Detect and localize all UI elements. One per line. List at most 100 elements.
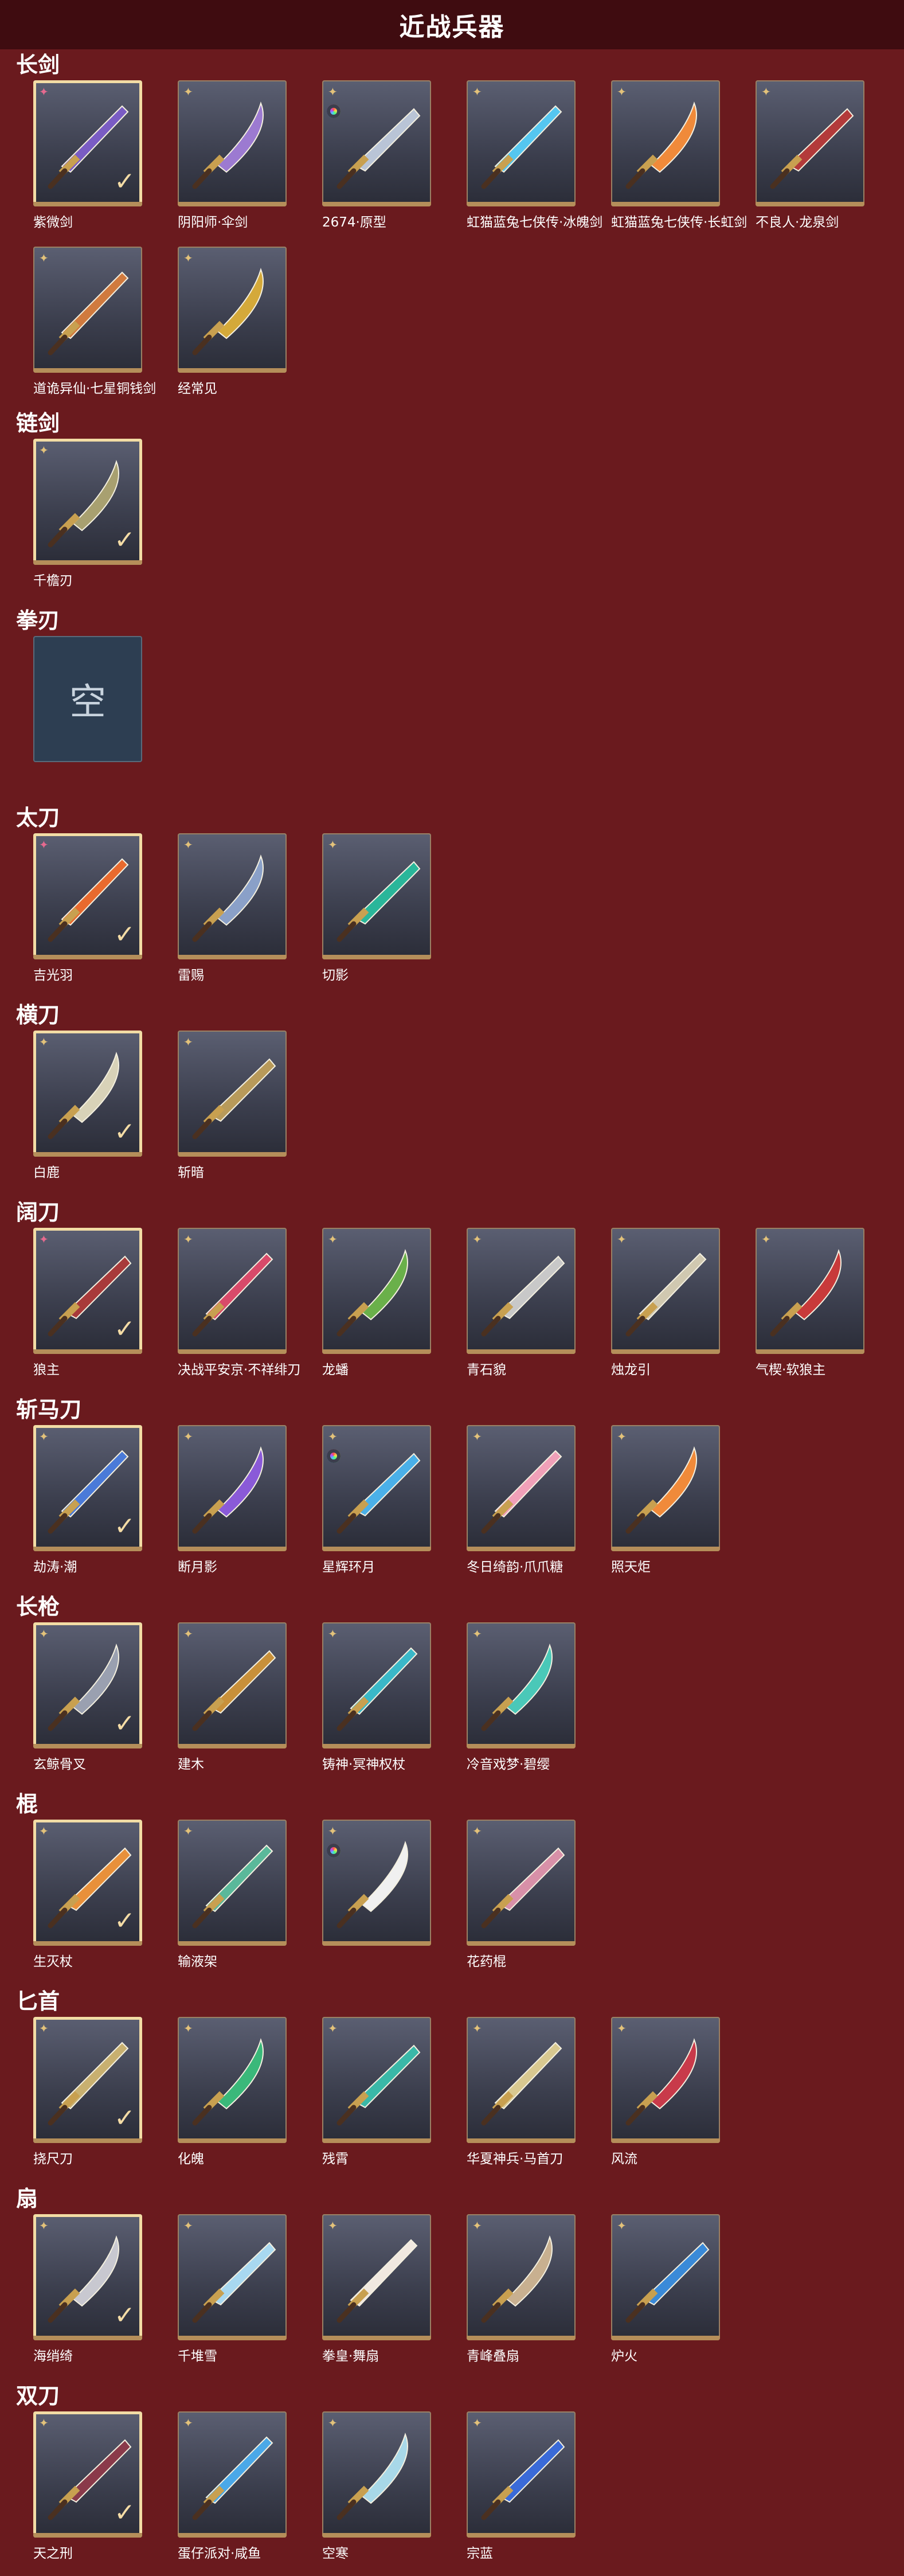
rarity-star-icon: ✦	[183, 251, 193, 265]
weapon-card[interactable]: ✦ ✓ 吉光羽	[33, 833, 178, 983]
weapon-card[interactable]: ✦ ✓ 挠尺刀	[33, 2017, 178, 2167]
rarity-star-icon: ✦	[472, 1232, 482, 1246]
weapon-card[interactable]: ✦ 切影	[322, 833, 467, 983]
weapon-name: 风流	[611, 2152, 637, 2167]
rainbow-quality-icon	[327, 1844, 341, 1857]
tile-bottom-bar	[322, 1547, 431, 1551]
tile-bottom-bar	[467, 202, 576, 206]
owned-check-icon: ✓	[114, 1906, 135, 1935]
weapon-tile: ✦ ✓	[33, 1820, 142, 1946]
weapon-card[interactable]: ✦ ✓ 紫微剑	[33, 80, 178, 230]
weapon-image	[192, 854, 264, 942]
weapon-card[interactable]: ✦ 道诡异仙·七星铜钱剑	[33, 247, 178, 396]
weapon-name: 星辉环月	[322, 1560, 375, 1575]
weapon-card[interactable]: ✦ 风流	[611, 2017, 756, 2167]
weapon-card[interactable]: ✦ ✓ 千檐刃	[33, 439, 178, 588]
weapon-card[interactable]: ✦ 空寒	[322, 2411, 467, 2561]
rarity-star-icon: ✦	[472, 2219, 482, 2232]
rarity-star-icon: ✦	[39, 1627, 49, 1641]
empty-slot[interactable]: 空	[33, 636, 178, 765]
weapon-name: 挠尺刀	[33, 2152, 73, 2167]
tile-bottom-bar	[33, 1547, 142, 1551]
tile-bottom-bar	[33, 2533, 142, 2538]
weapon-card[interactable]: ✦ 冬日绮韵·爪爪糖	[467, 1425, 611, 1575]
weapon-image	[481, 2042, 562, 2126]
weapon-card[interactable]: ✦	[322, 1820, 467, 1949]
weapon-card[interactable]: ✦ 虹猫蓝兔七侠传·长虹剑	[611, 80, 756, 230]
weapon-card[interactable]: ✦ 雷赐	[178, 833, 322, 983]
rarity-star-icon: ✦	[617, 1232, 627, 1246]
weapon-card[interactable]: ✦ 照天炬	[611, 1425, 756, 1575]
weapon-name: 冷音戏梦·碧缨	[467, 1757, 550, 1772]
weapon-name: 龙蟠	[322, 1363, 349, 1377]
weapon-tile: ✦	[178, 1031, 287, 1157]
weapon-card[interactable]: ✦ 烛龙引	[611, 1228, 756, 1377]
category-title: 链剑	[16, 411, 60, 436]
tile-bottom-bar	[178, 202, 287, 206]
weapon-card[interactable]: ✦ 阴阳师·伞剑	[178, 80, 322, 230]
weapon-card[interactable]: ✦ 千堆雪	[178, 2214, 322, 2364]
tile-bottom-bar	[611, 1547, 720, 1551]
weapon-tile: ✦	[322, 1425, 431, 1551]
weapon-tile: ✦	[467, 2017, 576, 2143]
tile-bottom-bar	[322, 955, 431, 959]
weapon-name: 千堆雪	[178, 2349, 217, 2364]
weapon-tile: ✦	[322, 1820, 431, 1946]
tile-bottom-bar	[33, 1941, 142, 1946]
rarity-star-icon: ✦	[183, 2416, 193, 2430]
weapon-card[interactable]: ✦ 建木	[178, 1622, 322, 1772]
weapon-tile: ✦ ✓	[33, 1622, 142, 1748]
category-title: 太刀	[16, 805, 60, 830]
weapon-card[interactable]: ✦ 经常见	[178, 247, 322, 396]
weapon-card[interactable]: ✦ 输液架	[178, 1820, 322, 1969]
tile-bottom-bar	[178, 368, 287, 373]
weapon-card[interactable]: ✦ 决战平安京·不祥绯刀	[178, 1228, 322, 1377]
tile-bottom-bar	[611, 1349, 720, 1354]
weapon-card[interactable]: ✦ ✓ 天之刑	[33, 2411, 178, 2561]
tile-bottom-bar	[611, 2336, 720, 2340]
weapon-card[interactable]: ✦ 残霄	[322, 2017, 467, 2167]
weapon-card[interactable]: ✦ ✓ 海绡绮	[33, 2214, 178, 2364]
rarity-star-icon: ✦	[328, 1232, 338, 1246]
weapon-card[interactable]: ✦ 化魄	[178, 2017, 322, 2167]
weapon-card[interactable]: ✦ 华夏神兵·马首刀	[467, 2017, 611, 2167]
weapon-card[interactable]: ✦ 青石貌	[467, 1228, 611, 1377]
weapon-card[interactable]: ✦ 断月影	[178, 1425, 322, 1575]
weapon-card[interactable]: ✦ 不良人·龙泉剑	[756, 80, 900, 230]
weapon-name: 千檐刃	[33, 573, 73, 588]
weapon-card[interactable]: ✦ ✓ 生灭杖	[33, 1820, 178, 1969]
weapon-tile: ✦	[756, 80, 864, 206]
weapon-card[interactable]: ✦ 星辉环月	[322, 1425, 467, 1575]
rarity-star-icon: ✦	[39, 1035, 49, 1049]
rarity-star-icon: ✦	[617, 85, 627, 99]
weapon-image	[192, 1844, 273, 1929]
weapon-name: 道诡异仙·七星铜钱剑	[33, 381, 156, 396]
weapon-card[interactable]: ✦ 青峰叠扇	[467, 2214, 611, 2364]
weapon-tile: ✦	[178, 80, 287, 206]
weapon-card[interactable]: ✦ 拳皇·舞扇	[322, 2214, 467, 2364]
weapon-card[interactable]: ✦ ✓ 白鹿	[33, 1031, 178, 1180]
weapon-card[interactable]: ✦ 2674·原型	[322, 80, 467, 230]
weapon-card[interactable]: ✦ 冷音戏梦·碧缨	[467, 1622, 611, 1772]
weapon-tile: ✦ ✓	[33, 833, 142, 959]
rarity-star-icon: ✦	[617, 2219, 627, 2232]
weapon-card[interactable]: ✦ ✓ 劫涛·潮	[33, 1425, 178, 1575]
weapon-card[interactable]: ✦ 花药棍	[467, 1820, 611, 1969]
weapon-card[interactable]: ✦ 气楔·软狼主	[756, 1228, 900, 1377]
weapon-tile: ✦	[322, 2017, 431, 2143]
weapon-card[interactable]: ✦ 斩暗	[178, 1031, 322, 1180]
weapon-name: 拳皇·舞扇	[322, 2349, 379, 2364]
owned-check-icon: ✓	[114, 167, 135, 196]
weapon-card[interactable]: ✦ ✓ 狼主	[33, 1228, 178, 1377]
weapon-card[interactable]: ✦ 宗蓝	[467, 2411, 611, 2561]
weapon-card[interactable]: ✦ 炉火	[611, 2214, 756, 2364]
weapon-card[interactable]: ✦ 铸神·冥神权杖	[322, 1622, 467, 1772]
weapon-card[interactable]: ✦ 蛋仔派对·咸鱼	[178, 2411, 322, 2561]
weapon-card[interactable]: ✦ 虹猫蓝兔七侠传·冰魄剑	[467, 80, 611, 230]
weapon-tile: ✦	[322, 833, 431, 959]
weapon-card[interactable]: ✦ ✓ 玄鲸骨叉	[33, 1622, 178, 1772]
weapon-card[interactable]: ✦ 龙蟠	[322, 1228, 467, 1377]
rarity-star-icon: ✦	[39, 2219, 49, 2232]
weapon-tile: ✦	[611, 1228, 720, 1354]
tile-bottom-bar	[178, 2533, 287, 2538]
